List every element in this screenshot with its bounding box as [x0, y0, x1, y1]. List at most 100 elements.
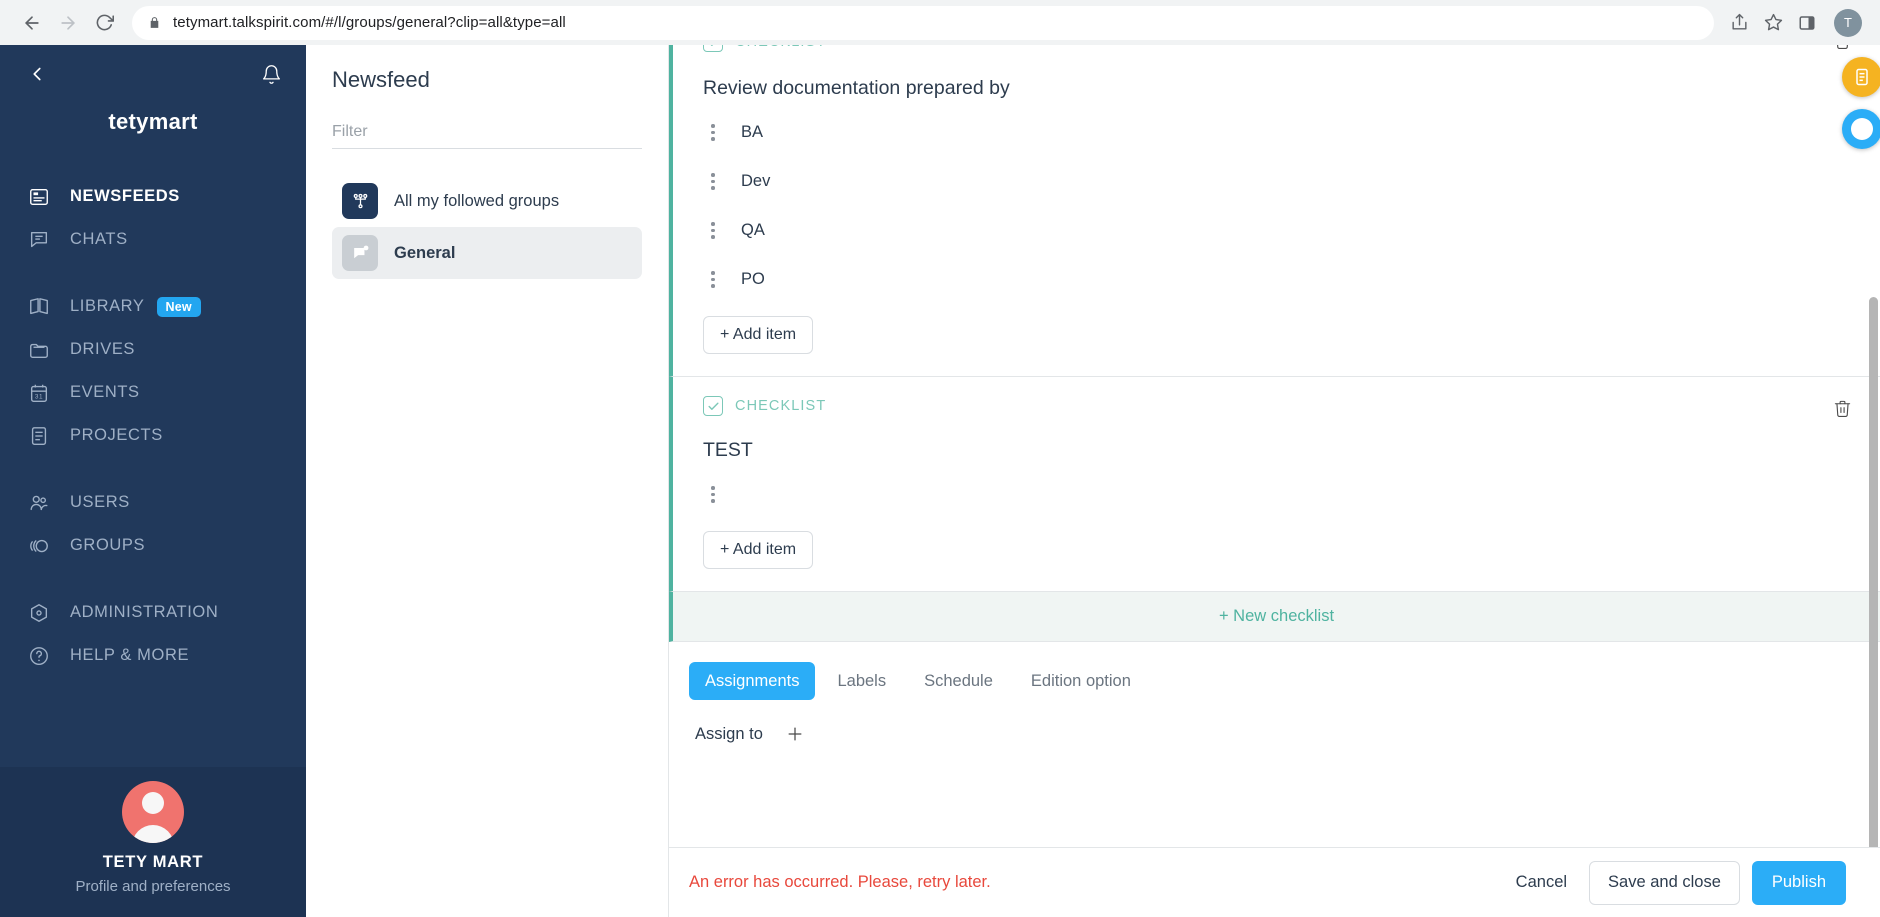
sidebar-item-administration[interactable]: ADMINISTRATION [0, 591, 306, 634]
sidebar-menu: NEWSFEEDS CHATS LIBRARY New DRIVES 31 EV… [0, 175, 306, 677]
group-list: All my followed groups General [332, 175, 642, 279]
publish-button[interactable]: Publish [1751, 860, 1846, 905]
trash-icon[interactable] [1833, 399, 1852, 423]
drag-handle-icon[interactable] [703, 486, 723, 503]
checklist-title[interactable]: Review documentation prepared by [703, 55, 1854, 108]
sidebar-item-label: NEWSFEEDS [70, 187, 180, 205]
tab-assignments[interactable]: Assignments [689, 662, 816, 700]
drag-handle-icon[interactable] [703, 222, 723, 239]
sidebar-item-label: LIBRARY [70, 297, 145, 315]
sidebar-item-label: CHATS [70, 230, 128, 248]
checklist-item-label: QA [741, 221, 765, 239]
floating-widgets [1842, 57, 1880, 149]
toolbar-actions: T [1724, 8, 1866, 38]
checklist-header: CHECKLIST [703, 377, 1854, 417]
editor-scroll-area: CHECKLIST Review documentation prepared … [669, 45, 1880, 847]
add-item-button[interactable]: + Add item [703, 316, 814, 354]
trash-icon[interactable] [1833, 45, 1852, 55]
tab-labels[interactable]: Labels [821, 662, 902, 700]
tab-edition-option[interactable]: Edition option [1015, 662, 1147, 700]
help-icon [26, 643, 52, 669]
brand-title: tetymart [108, 109, 198, 134]
add-item-button[interactable]: + Add item [703, 531, 814, 569]
sidebar-item-library[interactable]: LIBRARY New [0, 285, 306, 328]
checklist-card: CHECKLIST TEST + Add item [669, 377, 1880, 592]
sidebar-divider [0, 457, 306, 481]
checklist-item[interactable]: BA [703, 108, 1854, 157]
sidebar-item-help-and-more[interactable]: HELP & MORE [0, 634, 306, 677]
notes-widget-icon[interactable] [1842, 57, 1880, 97]
cancel-button[interactable]: Cancel [1494, 862, 1589, 904]
checklist-item[interactable]: QA [703, 206, 1854, 255]
back-arrow-icon[interactable] [14, 5, 50, 41]
filter-input[interactable] [332, 115, 642, 149]
drag-handle-icon[interactable] [703, 173, 723, 190]
sidebar-item-label: HELP & MORE [70, 646, 190, 664]
sidebar-item-label: ADMINISTRATION [70, 603, 219, 621]
sidebar-item-groups[interactable]: GROUPS [0, 524, 306, 567]
support-widget-icon[interactable] [1842, 109, 1880, 149]
vertical-scrollbar[interactable] [1869, 297, 1878, 847]
checklist-item-label: PO [741, 270, 765, 288]
star-icon[interactable] [1758, 8, 1788, 38]
chevron-left-icon[interactable] [26, 63, 48, 85]
error-message: An error has occurred. Please, retry lat… [689, 873, 991, 891]
left-sidebar: tetymart NEWSFEEDS CHATS LIBRARY New DRI… [0, 45, 306, 917]
checklist-items: BA Dev QA PO [703, 108, 1854, 308]
checklist-check-icon [703, 396, 723, 416]
browser-toolbar: tetymart.talkspirit.com/#/l/groups/gener… [0, 0, 1880, 45]
feed-item-label: All my followed groups [394, 191, 560, 210]
checklist-item-label: Dev [741, 172, 771, 190]
plus-icon[interactable] [785, 724, 805, 744]
administration-icon [26, 600, 52, 626]
sidebar-item-chats[interactable]: CHATS [0, 218, 306, 261]
checklist-card: CHECKLIST Review documentation prepared … [669, 45, 1880, 377]
group-chat-icon [342, 235, 378, 271]
app-root: tetymart NEWSFEEDS CHATS LIBRARY New DRI… [0, 45, 1880, 917]
sidebar-item-projects[interactable]: PROJECTS [0, 414, 306, 457]
projects-icon [26, 423, 52, 449]
drag-handle-icon[interactable] [703, 271, 723, 288]
feed-item-all-my-followed-groups[interactable]: All my followed groups [332, 175, 642, 227]
assign-to-label: Assign to [695, 724, 763, 743]
save-and-close-button[interactable]: Save and close [1589, 860, 1740, 905]
checklist-item[interactable] [703, 470, 1854, 519]
sidebar-item-drives[interactable]: DRIVES [0, 328, 306, 371]
feed-item-general[interactable]: General [332, 227, 642, 279]
checklist-header: CHECKLIST [703, 45, 1854, 55]
forward-arrow-icon[interactable] [50, 5, 86, 41]
browser-profile-avatar[interactable]: T [1834, 8, 1862, 37]
address-bar[interactable]: tetymart.talkspirit.com/#/l/groups/gener… [132, 5, 1714, 40]
avatar-head [142, 792, 164, 814]
checklist-item-label: BA [741, 123, 764, 141]
reload-icon[interactable] [86, 5, 122, 41]
sidebar-top-bar [0, 45, 306, 85]
drag-handle-icon[interactable] [703, 124, 723, 141]
checklist-check-icon [703, 45, 723, 52]
tab-schedule[interactable]: Schedule [908, 662, 1009, 700]
sidebar-item-newsfeeds[interactable]: NEWSFEEDS [0, 175, 306, 218]
checklist-item[interactable]: Dev [703, 157, 1854, 206]
sidebar-item-label: DRIVES [70, 340, 136, 358]
side-panel-icon[interactable] [1792, 8, 1822, 38]
newsfeed-icon [26, 184, 52, 210]
avatar-body [132, 825, 174, 843]
users-icon [26, 490, 52, 516]
sidebar-item-users[interactable]: USERS [0, 481, 306, 524]
sidebar-item-events[interactable]: 31 EVENTS [0, 371, 306, 414]
sidebar-divider [0, 567, 306, 591]
profile-section[interactable]: TETY MART Profile and preferences [0, 767, 306, 917]
drive-icon [26, 337, 52, 363]
bell-icon[interactable] [261, 64, 282, 85]
share-icon[interactable] [1724, 8, 1754, 38]
new-checklist-button[interactable]: + New checklist [669, 592, 1880, 642]
checklist-item[interactable]: PO [703, 255, 1854, 304]
chat-icon [26, 227, 52, 253]
lock-icon [148, 16, 161, 29]
checklist-items [703, 470, 1854, 523]
avatar [122, 781, 184, 843]
groups-icon [26, 533, 52, 559]
sidebar-item-label: EVENTS [70, 383, 140, 401]
checklist-title[interactable]: TEST [703, 417, 1854, 470]
page-title: Newsfeed [332, 67, 430, 92]
